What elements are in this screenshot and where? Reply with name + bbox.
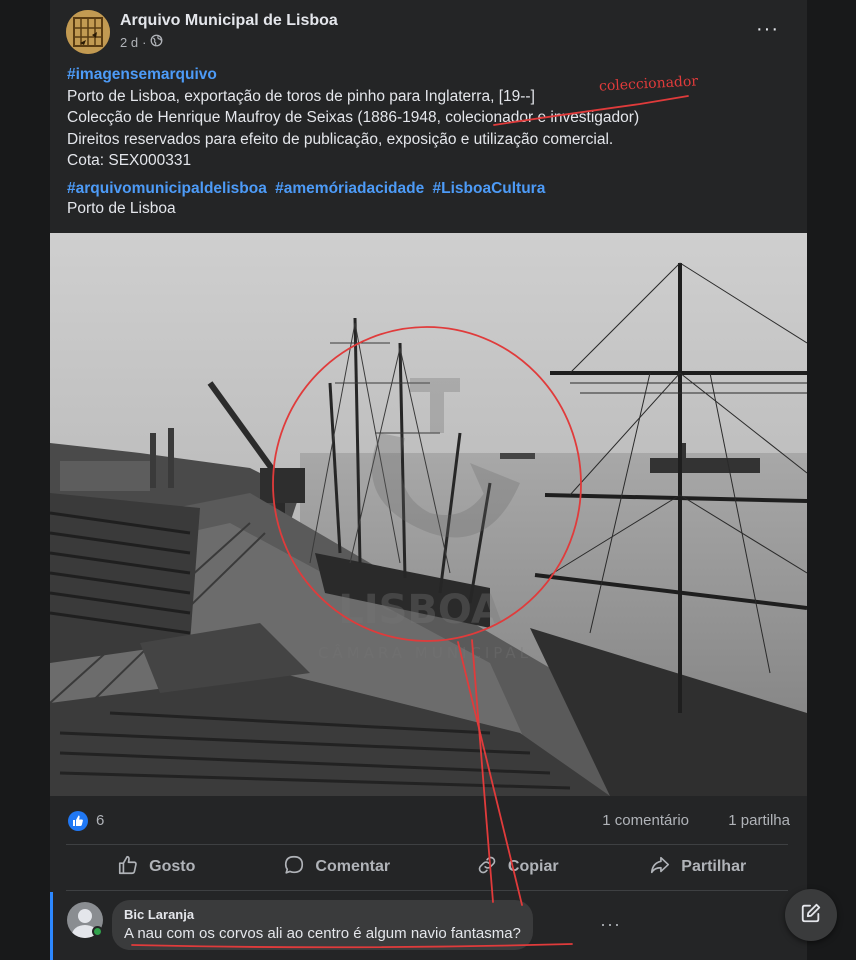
post-meta: 2 d · — [120, 34, 163, 50]
link-icon — [476, 854, 498, 881]
hashtag-row: #arquivomunicipaldelisboa #amemóriadacid… — [67, 178, 549, 200]
online-status-dot — [92, 926, 103, 937]
like-reaction-icon[interactable] — [68, 811, 88, 831]
divider — [66, 890, 788, 891]
comment-bubble: Bic Laranja A nau com os corvos ali ao c… — [112, 900, 533, 950]
comment-author[interactable]: Bic Laranja — [124, 907, 521, 922]
like-button[interactable]: Gosto — [66, 848, 247, 886]
comment-label: Comentar — [315, 858, 391, 875]
post-more-button[interactable]: ··· — [756, 18, 779, 41]
action-bar: Gosto Comentar Copiar Partilhar — [66, 848, 788, 886]
share-count[interactable]: 1 partilha — [728, 812, 790, 829]
hashtag-link[interactable]: #LisboaCultura — [433, 180, 546, 197]
copy-label: Copiar — [507, 858, 559, 875]
highlight-bar — [50, 892, 53, 960]
comment-button[interactable]: Comentar — [247, 848, 428, 886]
share-arrow-icon — [649, 854, 671, 881]
post-card: Arquivo Municipal de Lisboa 2 d · ··· #i… — [50, 0, 807, 960]
share-button[interactable]: Partilhar — [608, 848, 789, 886]
like-count[interactable]: 6 — [96, 812, 104, 829]
watermark-text: CÂMARA MUNICIPAL — [318, 643, 532, 662]
place-text: Porto de Lisboa — [67, 200, 176, 217]
thumbs-up-icon — [117, 854, 139, 881]
hashtag-link[interactable]: #amemóriadacidade — [275, 180, 424, 197]
caption-line: Direitos reservados para efeito de publi… — [67, 130, 614, 148]
compose-button[interactable] — [785, 889, 837, 941]
divider — [66, 844, 788, 845]
comment: Bic Laranja A nau com os corvos ali ao c… — [50, 892, 807, 960]
watermark-lisboa: LISBOA — [338, 587, 502, 633]
comment-text: A nau com os corvos ali ao centro é algu… — [124, 925, 521, 942]
page-avatar[interactable] — [66, 10, 110, 54]
post-photo[interactable]: LISBOA CÂMARA MUNICIPAL — [50, 233, 807, 796]
caption-line: Cota: SEX000331 — [67, 152, 192, 169]
share-label: Partilhar — [681, 858, 747, 875]
hashtag-link[interactable]: #arquivomunicipaldelisboa — [67, 180, 267, 197]
comment-count[interactable]: 1 comentário — [602, 812, 689, 829]
page-name[interactable]: Arquivo Municipal de Lisboa — [120, 12, 338, 30]
comment-bubble-icon — [283, 854, 305, 881]
separator-dot: · — [142, 34, 147, 50]
globe-icon — [150, 34, 163, 50]
copy-button[interactable]: Copiar — [427, 848, 608, 886]
post-time[interactable]: 2 d — [120, 35, 138, 50]
like-label: Gosto — [149, 858, 196, 875]
caption-line: Colecção de Henrique Maufroy de Seixas (… — [67, 109, 640, 126]
edit-pencil-icon — [800, 902, 822, 929]
comment-more-button[interactable]: ··· — [600, 914, 621, 935]
reaction-stats: 6 1 comentário 1 partilha — [68, 811, 790, 833]
